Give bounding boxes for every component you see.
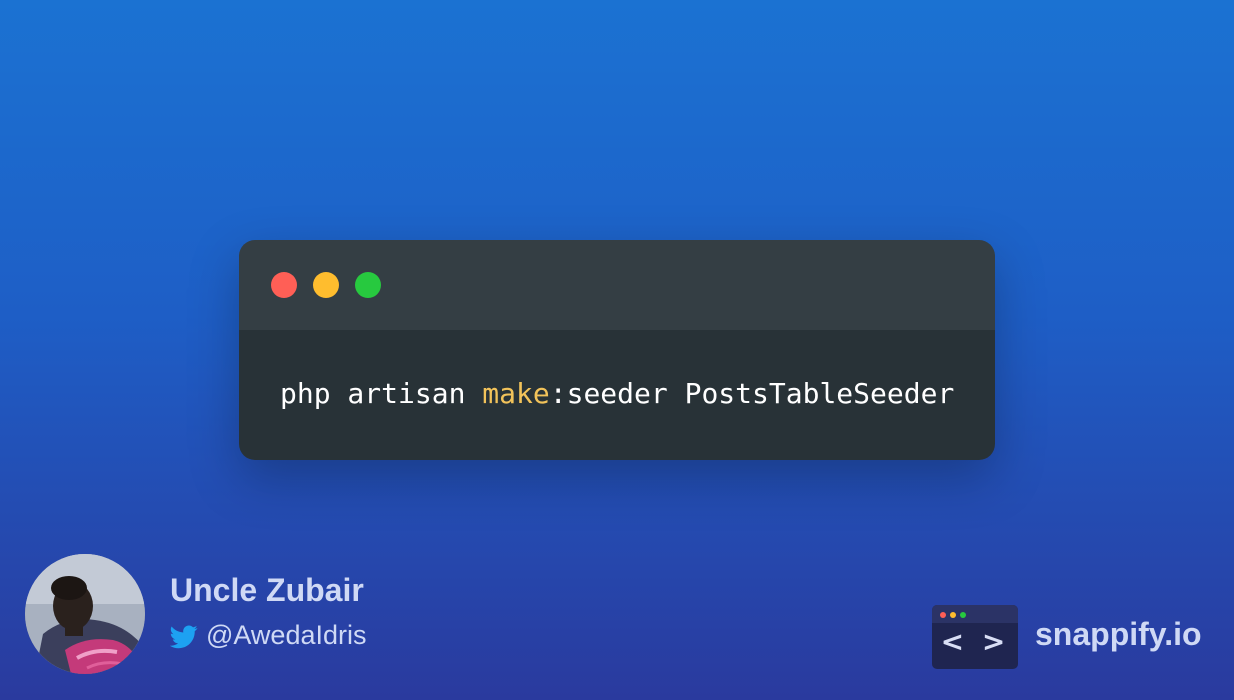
avatar-photo	[25, 554, 145, 674]
code-window: php artisan make:seeder PostsTableSeeder	[239, 240, 995, 460]
code-body: php artisan make:seeder PostsTableSeeder	[239, 330, 995, 460]
brand-logo-red-dot-icon	[940, 612, 946, 618]
brand-logo-code-glyph: < >	[940, 625, 1010, 658]
code-token-prefix: php artisan	[280, 377, 483, 410]
minimize-dot-icon	[313, 272, 339, 298]
code-window-logo-icon: < >	[932, 605, 1018, 669]
code-token-suffix: :seeder PostsTableSeeder	[549, 377, 955, 410]
author-twitter-handle[interactable]: @AwedaIdris	[206, 620, 366, 651]
code-line: php artisan make:seeder PostsTableSeeder	[280, 380, 954, 408]
author-name: Uncle Zubair	[170, 572, 364, 608]
brand-name[interactable]: snappify.io	[1035, 616, 1202, 652]
brand-logo-titlebar	[932, 605, 1018, 623]
brand-logo-green-dot-icon	[960, 612, 966, 618]
maximize-dot-icon	[355, 272, 381, 298]
code-token-keyword: make	[482, 377, 550, 410]
close-dot-icon	[271, 272, 297, 298]
twitter-bird-icon	[170, 625, 198, 649]
code-window-titlebar	[239, 240, 995, 330]
author-avatar	[25, 554, 145, 674]
brand-logo-yellow-dot-icon	[950, 612, 956, 618]
